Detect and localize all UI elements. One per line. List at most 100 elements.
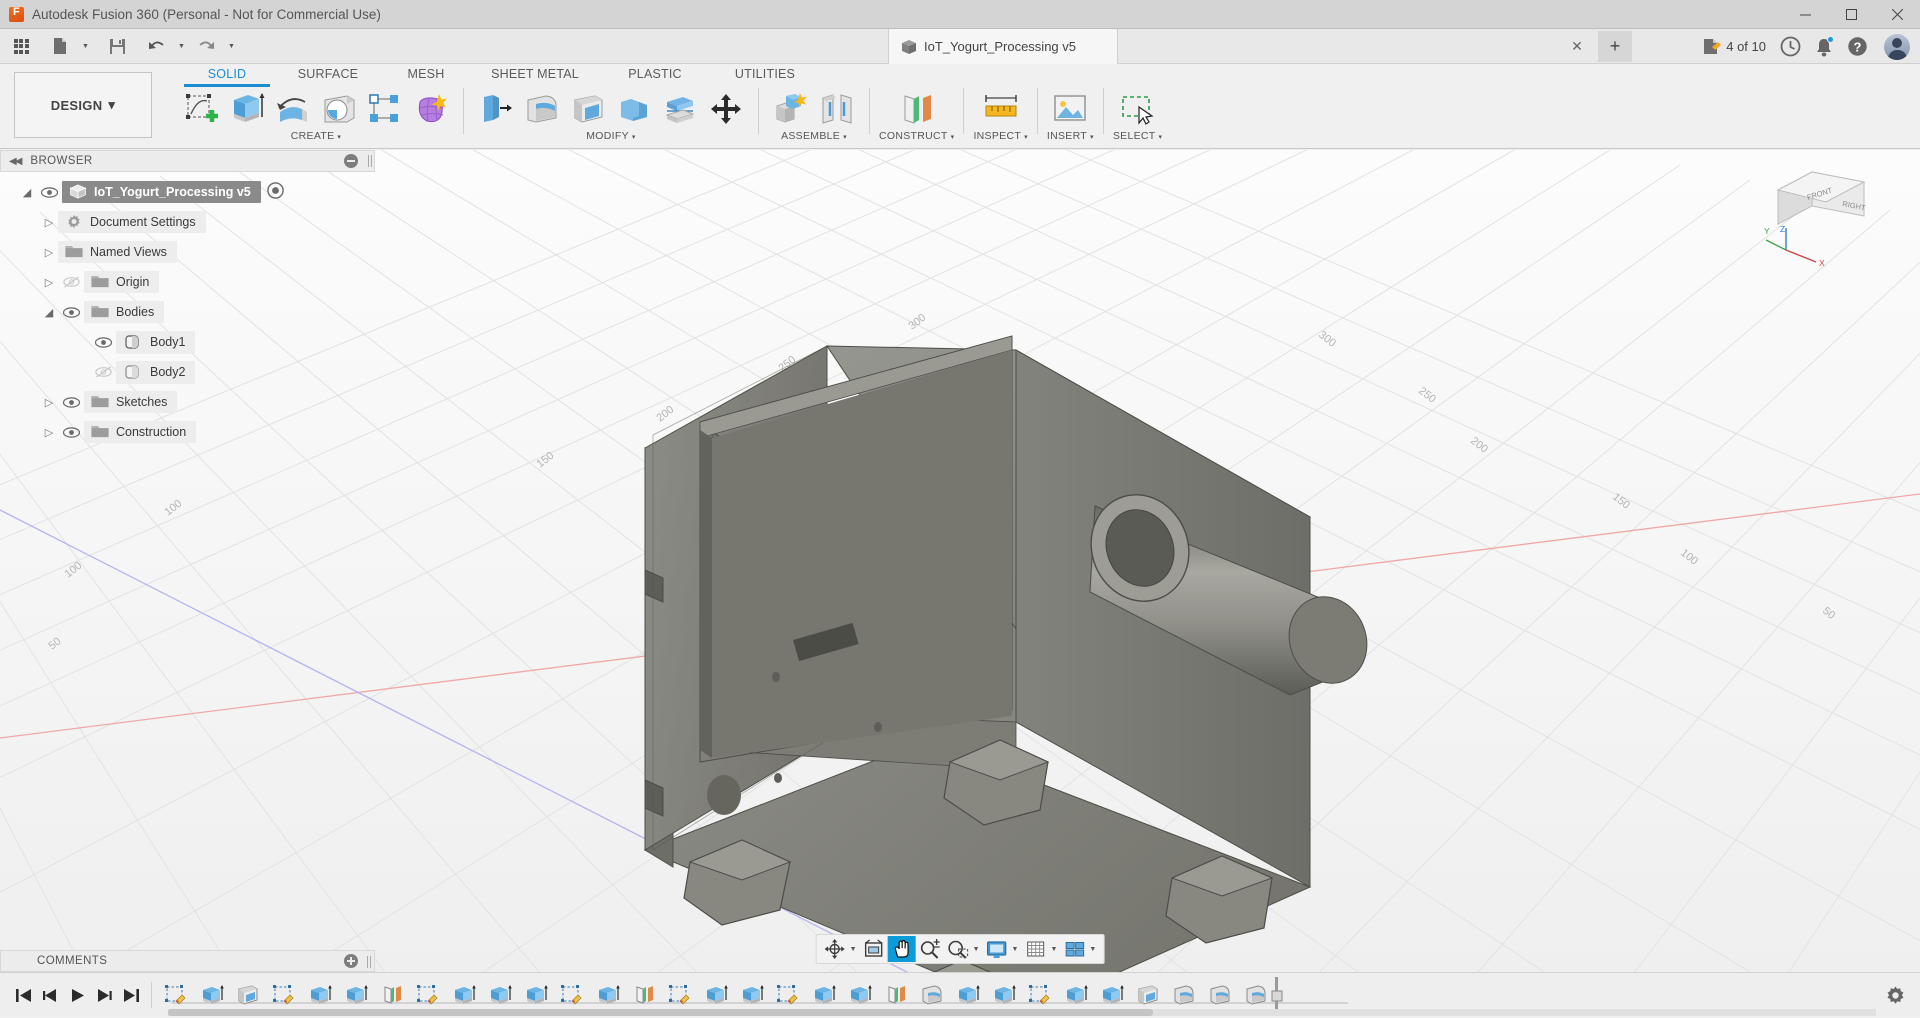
tree-item-root[interactable]: ◢ IoT_Yogurt_Processing v5 (0, 177, 375, 207)
move-copy-icon[interactable] (703, 88, 749, 130)
tab-mesh[interactable]: MESH (382, 64, 470, 84)
tab-plastic[interactable]: PLASTIC (600, 64, 710, 84)
visibility-eye-icon[interactable] (58, 307, 84, 318)
timeline-feature-extrude[interactable] (482, 978, 518, 1012)
account-avatar[interactable] (1884, 34, 1910, 60)
visibility-eye-icon[interactable] (58, 427, 84, 438)
joint-icon[interactable] (814, 88, 860, 130)
close-button[interactable] (1874, 0, 1920, 29)
document-tab-close-icon[interactable]: ✕ (1564, 29, 1590, 64)
measure-icon[interactable] (978, 88, 1024, 130)
document-count-indicator[interactable]: 4 of 10 (1702, 38, 1766, 56)
timeline-feature-extrude[interactable] (302, 978, 338, 1012)
timeline-feature-extrude[interactable] (734, 978, 770, 1012)
hole-icon[interactable] (316, 88, 362, 130)
orbit-icon[interactable]: ▼ (821, 936, 860, 962)
viewports-caret-icon[interactable]: ▼ (1089, 946, 1096, 953)
timeline-feature-extrude[interactable] (1094, 978, 1130, 1012)
new-component-icon[interactable] (768, 88, 814, 130)
timeline-feature-sketch[interactable] (1022, 978, 1058, 1012)
timeline-feature-extrude[interactable] (1058, 978, 1094, 1012)
new-file-icon[interactable] (47, 33, 73, 59)
timeline-feature-fillet[interactable] (1166, 978, 1202, 1012)
expand-arrow-icon[interactable]: ◢ (40, 306, 58, 319)
timeline-feature-shell[interactable] (230, 978, 266, 1012)
shell-icon[interactable] (565, 88, 611, 130)
timeline-feature-extrude[interactable] (950, 978, 986, 1012)
timeline-feature-sketch[interactable] (410, 978, 446, 1012)
timeline-feature-plane[interactable] (878, 978, 914, 1012)
play-icon[interactable] (64, 980, 91, 1010)
step-forward-icon[interactable] (91, 980, 118, 1010)
go-to-end-icon[interactable] (118, 980, 145, 1010)
step-back-icon[interactable] (37, 980, 64, 1010)
tree-item-bodies[interactable]: ◢ Bodies (0, 297, 375, 327)
maximize-button[interactable] (1828, 0, 1874, 29)
tree-item-document-settings[interactable]: ▷ Document Settings (0, 207, 375, 237)
insert-canvas-icon[interactable] (1047, 88, 1093, 130)
timeline-feature-shell[interactable] (1130, 978, 1166, 1012)
rectangular-pattern-icon[interactable] (362, 88, 408, 130)
minimize-button[interactable] (1782, 0, 1828, 29)
timeline-feature-extrude[interactable] (446, 978, 482, 1012)
visibility-eye-hidden-icon[interactable] (58, 276, 84, 288)
create-sketch-icon[interactable] (178, 88, 224, 130)
fillet-icon[interactable] (519, 88, 565, 130)
tree-item-named-views[interactable]: ▷ Named Views (0, 237, 375, 267)
grid-snaps-icon[interactable]: ▼ (1021, 936, 1060, 962)
tab-sheet-metal[interactable]: SHEET METAL (470, 64, 600, 84)
display-settings-icon[interactable]: ▼ (983, 936, 1022, 962)
tree-item-origin[interactable]: ▷ Origin (0, 267, 375, 297)
timeline-feature-sketch[interactable] (554, 978, 590, 1012)
timeline-feature-extrude[interactable] (338, 978, 374, 1012)
timeline-feature-plane[interactable] (626, 978, 662, 1012)
timeline-feature-extrude[interactable] (806, 978, 842, 1012)
timeline-feature-fillet[interactable] (1238, 978, 1274, 1012)
panel-option-icon[interactable] (344, 154, 358, 168)
comments-resize-grip[interactable] (364, 951, 374, 973)
timeline-feature-extrude[interactable] (986, 978, 1022, 1012)
redo-icon[interactable] (193, 33, 219, 59)
redo-caret-icon[interactable]: ▼ (225, 33, 237, 59)
display-settings-caret-icon[interactable]: ▼ (1012, 946, 1019, 953)
zoom-window-icon[interactable]: ▼ (944, 936, 983, 962)
tree-item-body2[interactable]: Body2 (0, 357, 375, 387)
expand-arrow-icon[interactable]: ◢ (18, 186, 36, 199)
timeline-feature-extrude[interactable] (842, 978, 878, 1012)
go-to-beginning-icon[interactable] (10, 980, 37, 1010)
viewports-icon[interactable]: ▼ (1060, 936, 1099, 962)
look-at-icon[interactable] (860, 936, 888, 962)
timeline-feature-fillet[interactable] (1202, 978, 1238, 1012)
visibility-eye-hidden-icon[interactable] (90, 366, 116, 378)
comments-panel[interactable]: COMMENTS (0, 950, 375, 972)
visibility-eye-icon[interactable] (58, 397, 84, 408)
timeline-feature-extrude[interactable] (698, 978, 734, 1012)
offset-face-icon[interactable] (657, 88, 703, 130)
workspace-switcher[interactable]: DESIGN ▾ (14, 72, 152, 138)
pan-icon[interactable] (888, 936, 916, 962)
timeline-feature-sketch[interactable] (158, 978, 194, 1012)
timeline-feature-sketch[interactable] (662, 978, 698, 1012)
undo-icon[interactable] (143, 33, 169, 59)
offset-plane-icon[interactable] (894, 88, 940, 130)
tree-item-body1[interactable]: Body1 (0, 327, 375, 357)
zoom-window-caret-icon[interactable]: ▼ (973, 946, 980, 953)
history-icon[interactable] (1780, 36, 1801, 57)
undo-caret-icon[interactable]: ▼ (175, 33, 187, 59)
revolve-icon[interactable] (270, 88, 316, 130)
expand-arrow-icon[interactable]: ▷ (40, 216, 58, 229)
window-selection-icon[interactable] (1115, 88, 1161, 130)
grid-snaps-caret-icon[interactable]: ▼ (1050, 946, 1057, 953)
save-icon[interactable] (104, 33, 130, 59)
add-comment-icon[interactable] (344, 954, 358, 968)
expand-arrow-icon[interactable]: ▷ (40, 276, 58, 289)
tab-utilities[interactable]: UTILITIES (710, 64, 820, 84)
browser-resize-grip[interactable] (365, 150, 375, 172)
extrude-icon[interactable] (224, 88, 270, 130)
collapse-left-icon[interactable]: ◀◀ (9, 156, 20, 167)
app-grid-icon[interactable] (8, 33, 34, 59)
new-document-tab-button[interactable]: + (1598, 31, 1632, 62)
timeline-feature-plane[interactable] (374, 978, 410, 1012)
combine-icon[interactable] (611, 88, 657, 130)
tree-item-sketches[interactable]: ▷ Sketches (0, 387, 375, 417)
